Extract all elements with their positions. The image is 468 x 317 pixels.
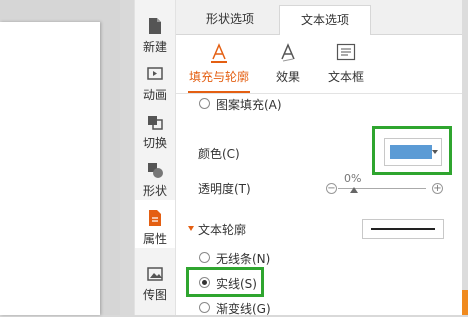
transparency-value: 0% (344, 172, 362, 185)
toolbar-transition-label: 切换 (142, 136, 167, 150)
color-label: 颜色(C) (198, 147, 240, 161)
chevron-down-icon (432, 150, 438, 154)
subtab-divider (176, 93, 462, 94)
upload-image-icon (147, 267, 163, 281)
gradient-line-radio[interactable] (199, 302, 210, 313)
no-line-label: 无线条(N) (216, 252, 271, 266)
text-fill-outline-icon (211, 43, 227, 63)
text-outline-section-title[interactable]: 文本轮廓 (198, 221, 246, 238)
document-page[interactable] (0, 22, 100, 315)
tab-strip: 形状选项 文本选项 (176, 0, 462, 35)
gradient-line-label: 渐变线(G) (216, 302, 271, 316)
toolbar-upload-image-button[interactable]: 传图 (135, 256, 175, 304)
new-doc-icon (149, 18, 161, 34)
toolbar-transition-button[interactable]: 切换 (135, 104, 175, 152)
subtab-fill-outline[interactable]: 填充与轮廓 (184, 42, 254, 85)
transparency-label: 透明度(T) (198, 182, 251, 196)
scroll-indicator (462, 290, 468, 315)
section-collapse-icon[interactable] (188, 226, 194, 231)
pattern-fill-radio[interactable] (199, 98, 210, 109)
shape-icon (148, 163, 163, 178)
transparency-decrease-button[interactable]: − (326, 183, 337, 194)
textbox-icon (336, 43, 356, 61)
toolbar-properties-label: 属性 (142, 232, 167, 246)
toolbar-upload-image-label: 传图 (142, 288, 167, 302)
subtab-textbox-label: 文本框 (327, 70, 364, 84)
solid-line-label: 实线(S) (216, 277, 257, 291)
color-picker-button[interactable] (384, 138, 442, 166)
properties-icon (149, 210, 161, 226)
solid-line-radio[interactable] (199, 277, 210, 288)
toolbar-shape-label: 形状 (142, 184, 167, 198)
transition-icon (148, 116, 163, 130)
color-swatch (390, 145, 432, 159)
tab-shape-options[interactable]: 形状选项 (190, 5, 270, 34)
text-effect-icon (281, 43, 295, 62)
subtab-fill-outline-label: 填充与轮廓 (188, 70, 249, 84)
tab-text-options[interactable]: 文本选项 (279, 5, 371, 35)
toolbar-animation-button[interactable]: 动画 (135, 56, 175, 104)
transparency-slider-thumb[interactable] (350, 187, 358, 193)
panel-scrollbar[interactable] (462, 0, 468, 315)
animation-icon (147, 67, 163, 80)
document-canvas[interactable] (0, 0, 120, 315)
toolbar-properties-button[interactable]: 属性 (135, 200, 175, 248)
pattern-fill-label: 图案填充(A) (216, 98, 282, 112)
line-style-preview[interactable] (362, 219, 444, 239)
transparency-increase-button[interactable]: + (432, 183, 443, 194)
toolbar-shape-button[interactable]: 形状 (135, 152, 175, 200)
toolbar-new-label: 新建 (142, 40, 167, 54)
subtab-textbox[interactable]: 文本框 (311, 42, 381, 85)
no-line-radio[interactable] (199, 252, 210, 263)
property-panel: 形状选项 文本选项 填充与轮廓 效果 文本框 图案填充(A) 颜色(C) 透明度… (176, 0, 462, 316)
side-toolbar: 新建 动画 切换 形状 属性 传图 (134, 0, 176, 315)
toolbar-animation-label: 动画 (142, 88, 167, 102)
toolbar-new-button[interactable]: 新建 (135, 8, 175, 56)
